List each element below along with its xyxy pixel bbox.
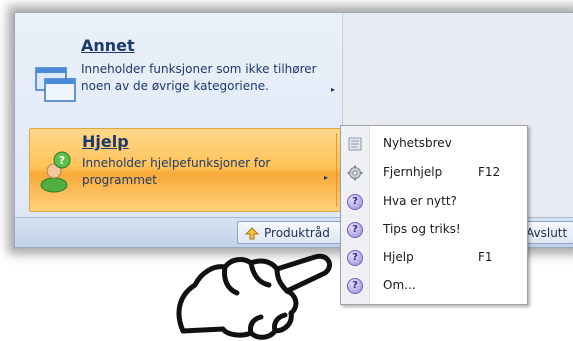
submenu-item-label: Nyhetsbrev [383,136,452,150]
submenu-item-shortcut: F1 [478,250,493,264]
submenu-item-label: Fjernhjelp [383,165,443,179]
submenu-item-label: Om... [383,278,416,292]
submenu-item-hva-er-nytt[interactable]: ? Hva er nytt? [341,190,527,214]
submenu-item-label: Tips og triks! [383,222,461,236]
newsletter-icon [348,137,362,151]
menu-item-title: Annet [81,36,135,55]
windows-icon [35,67,76,102]
submenu-item-label: Hjelp [383,250,414,264]
menu-item-title: Hjelp [82,132,129,151]
menu-item-description: Inneholder funksjoner som ikke tilhører … [81,62,317,93]
pointing-hand-icon [176,253,332,340]
help-person-icon: ? [40,151,71,193]
question-icon: ? [347,194,363,210]
submenu-item-nyhetsbrev[interactable]: Nyhetsbrev [341,132,527,156]
svg-text:?: ? [59,154,65,167]
submenu-item-hjelp[interactable]: ? Hjelp F1 [341,246,527,270]
exit-label: Avslutt [526,226,568,240]
submenu-item-fjernhjelp[interactable]: Fjernhjelp F12 [341,161,527,185]
menu-item-description: Inneholder hjelpefunksjoner for programm… [82,156,271,187]
submenu-item-shortcut: F12 [478,165,501,179]
submenu-item-tips-og-triks[interactable]: ? Tips og triks! [341,218,527,242]
menu-item-hjelp[interactable]: ? Hjelp Inneholder hjelpefunksjoner for … [29,128,343,212]
gear-icon [347,165,363,181]
submenu-item-label: Hva er nytt? [383,194,457,208]
submenu-item-om[interactable]: ? Om... [341,274,527,298]
split-divider [336,133,337,207]
help-submenu: Nyhetsbrev Fjernhjelp F12 ? Hva er nytt?… [340,125,528,305]
chevron-right-icon: ▸ [324,173,329,182]
chevron-right-icon: ▸ [331,85,336,94]
menu-item-annet[interactable]: Annet Inneholder funksjoner som ikke til… [29,33,343,121]
